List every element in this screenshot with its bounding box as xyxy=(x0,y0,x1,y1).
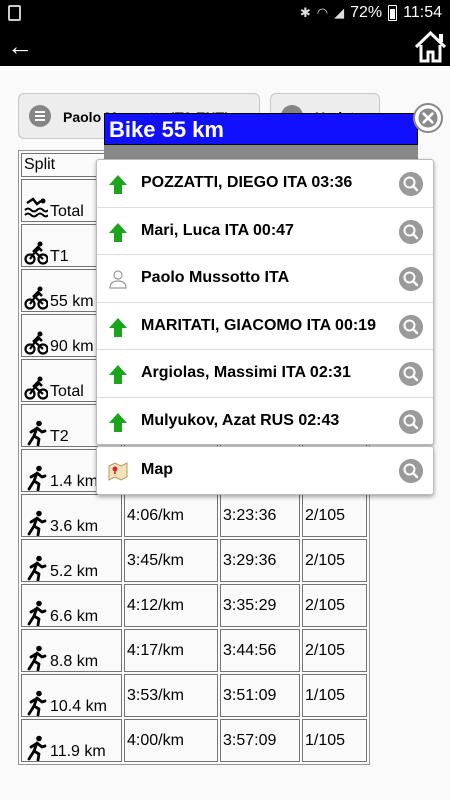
competitor-item[interactable]: Argiolas, Massimi ITA 02:31 xyxy=(97,350,433,398)
map-label: Map xyxy=(141,461,173,478)
map-row[interactable]: Map xyxy=(96,446,434,495)
wifi-icon: ◠ xyxy=(316,5,329,20)
green-up-arrow-icon xyxy=(109,175,127,194)
competitor-label: MARITATI, GIACOMO ITA 00:19 xyxy=(141,316,376,334)
split-popup: Bike 55 km POZZATTI, DIEGO ITA 03:36 Mari… xyxy=(96,113,434,495)
competitor-label: Argiolas, Massimi ITA 02:31 xyxy=(141,364,351,381)
competitor-label: Mulyukov, Azat RUS 02:43 xyxy=(141,411,340,429)
status-bar: ✱ ◠ ◢ 72% 11:54 xyxy=(0,0,450,27)
competitor-item[interactable]: Mari, Luca ITA 00:47 xyxy=(97,208,433,255)
map-icon xyxy=(108,462,128,481)
signal-icon: ◢ xyxy=(334,5,345,20)
popup-title-divider xyxy=(104,145,418,159)
search-icon[interactable] xyxy=(399,459,423,483)
competitor-item[interactable]: MARITATI, GIACOMO ITA 00:19 xyxy=(97,303,433,350)
competitor-label: POZZATTI, DIEGO ITA 03:36 xyxy=(141,174,353,191)
battery-icon xyxy=(388,5,398,21)
battery-percent: 72% xyxy=(350,4,383,21)
search-icon[interactable] xyxy=(399,172,423,196)
competitor-label: Mari, Luca ITA 00:47 xyxy=(141,221,294,239)
search-icon[interactable] xyxy=(399,267,423,291)
green-up-arrow-icon xyxy=(109,222,127,242)
competitor-label: Paolo Mussotto ITA xyxy=(141,269,290,286)
green-up-arrow-icon xyxy=(109,317,127,337)
search-icon[interactable] xyxy=(399,362,423,386)
green-up-arrow-icon xyxy=(109,365,127,384)
competitor-item[interactable]: Paolo Mussotto ITA xyxy=(97,255,433,303)
competitor-item[interactable]: Mulyukov, Azat RUS 02:43 xyxy=(97,398,433,446)
notification-icon xyxy=(8,5,21,21)
search-icon[interactable] xyxy=(399,314,423,339)
competitor-list: POZZATTI, DIEGO ITA 03:36 Mari, Luca ITA … xyxy=(96,159,434,445)
search-icon[interactable] xyxy=(399,219,423,244)
competitor-item[interactable]: POZZATTI, DIEGO ITA 03:36 xyxy=(97,160,433,208)
person-icon xyxy=(109,270,127,289)
popup-title: Bike 55 km xyxy=(104,113,418,145)
close-icon[interactable] xyxy=(413,103,443,133)
search-icon[interactable] xyxy=(399,409,423,434)
green-up-arrow-icon xyxy=(109,412,127,432)
bluetooth-icon: ✱ xyxy=(299,5,311,20)
clock: 11:54 xyxy=(403,4,442,21)
